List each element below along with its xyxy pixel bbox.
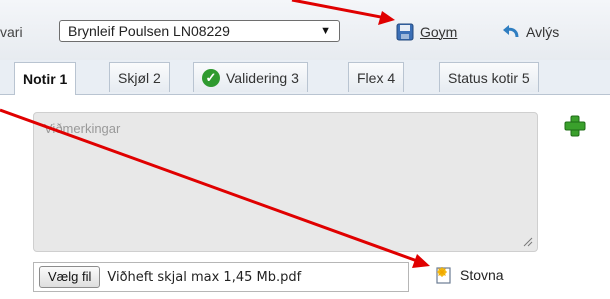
save-label: Goym xyxy=(420,24,458,40)
resize-handle-icon[interactable] xyxy=(523,237,533,247)
notes-textarea[interactable]: Viðmerkingar xyxy=(33,112,538,252)
notes-placeholder: Viðmerkingar xyxy=(44,121,121,136)
floppy-disk-icon xyxy=(396,23,414,41)
file-upload-field[interactable]: Vælg fil Viðheft skjal max 1,45 Mb.pdf xyxy=(33,262,409,292)
tab-notir[interactable]: Notir 1 xyxy=(14,62,77,95)
save-button[interactable]: Goym xyxy=(395,20,457,44)
cancel-button[interactable]: Avlýs xyxy=(501,20,559,44)
create-button[interactable]: Stovna xyxy=(434,265,504,285)
tab-validering[interactable]: ✓ Validering 3 xyxy=(193,62,308,92)
tab-flex[interactable]: Flex 4 xyxy=(348,62,405,92)
responsible-select-value: Brynleif Poulsen LN08229 xyxy=(68,23,230,39)
top-toolbar: vari Brynleif Poulsen LN08229 ▼ Goym Avl… xyxy=(0,0,610,61)
tab-bar: Notir 1 Skjøl 2 ✓ Validering 3 Flex 4 St… xyxy=(0,60,610,95)
responsible-label: vari xyxy=(0,24,23,40)
undo-arrow-icon xyxy=(503,25,519,38)
tab-label: Status kotir 5 xyxy=(448,69,530,86)
new-document-icon xyxy=(436,267,451,284)
responsible-select[interactable]: Brynleif Poulsen LN08229 ▼ xyxy=(59,20,340,42)
tab-label: Skjøl 2 xyxy=(118,69,161,86)
cancel-label: Avlýs xyxy=(526,24,560,40)
tab-label: Validering 3 xyxy=(226,69,299,86)
tab-label: Flex 4 xyxy=(357,69,396,86)
create-label: Stovna xyxy=(460,267,504,283)
tab-status-kotir[interactable]: Status kotir 5 xyxy=(439,62,539,92)
checkmark-circle-icon: ✓ xyxy=(202,68,220,87)
dropdown-arrow-icon[interactable]: ▼ xyxy=(320,21,331,41)
tab-skjol[interactable]: Skjøl 2 xyxy=(109,62,170,92)
green-plus-icon[interactable] xyxy=(563,114,587,138)
selected-file-name: Viðheft skjal max 1,45 Mb.pdf xyxy=(107,269,302,285)
annotation-arrowhead-create xyxy=(412,254,430,268)
tab-label: Notir 1 xyxy=(23,71,68,87)
choose-file-button[interactable]: Vælg fil xyxy=(39,266,101,288)
